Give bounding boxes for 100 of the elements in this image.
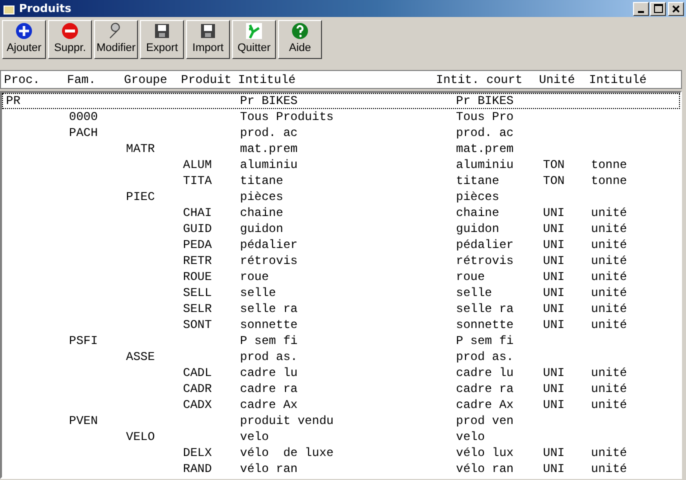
table-cell: rétrovis [456, 254, 514, 268]
toolbar-button[interactable]: Import [186, 20, 230, 59]
list-row[interactable]: SELL selle selle UNI unité [2, 285, 680, 301]
table-cell: Tous Produits [240, 110, 334, 124]
table-cell: TON [543, 174, 565, 188]
table-cell: P sem fi [456, 334, 514, 348]
table-cell: SELL [183, 286, 212, 300]
table-cell: SONT [183, 318, 212, 332]
table-cell: unité [591, 398, 628, 412]
list-row[interactable]: PACH prod. ac prod. ac [2, 125, 680, 141]
table-cell: UNI [543, 318, 565, 332]
table-cell: TITA [183, 174, 212, 188]
list-row[interactable]: RETR rétrovis rétrovis UNI unité [2, 253, 680, 269]
list-row[interactable]: RAND vélo ran vélo ran UNI unité [2, 461, 680, 477]
table-cell: roue [240, 270, 269, 284]
table-cell: unité [591, 318, 628, 332]
table-cell: selle ra [240, 302, 298, 316]
list-row[interactable]: SELR selle ra selle ra UNI unité [2, 301, 680, 317]
column-header: Fam. [67, 72, 96, 86]
list-row[interactable]: CADR cadre ra cadre ra UNI unité [2, 381, 680, 397]
running-figure-icon [245, 22, 263, 40]
toolbar-button[interactable]: Export [140, 20, 184, 59]
table-cell: PIEC [126, 190, 155, 204]
table-cell: unité [591, 238, 628, 252]
toolbar-button[interactable]: Ajouter [2, 20, 46, 59]
list-row[interactable]: PSFI P sem fi P sem fi [2, 333, 680, 349]
table-cell: mat.prem [240, 142, 298, 156]
list-row[interactable]: CHAI chaine chaine UNI unité [2, 205, 680, 221]
toolbar-button[interactable]: Aide [278, 20, 322, 59]
table-cell: UNI [543, 238, 565, 252]
table-cell: UNI [543, 222, 565, 236]
column-header: Proc. [4, 72, 40, 86]
table-cell: velo [240, 430, 269, 444]
table-cell: PSFI [69, 334, 98, 348]
list-row[interactable]: ROUE roue roue UNI unité [2, 269, 680, 285]
list-row[interactable]: 0000 Tous Produits Tous Pro [2, 109, 680, 125]
table-cell: rétrovis [240, 254, 298, 268]
table-cell: prod as. [240, 350, 298, 364]
table-cell: unité [591, 382, 628, 396]
maximize-button[interactable] [650, 2, 666, 16]
table-cell: cadre ra [456, 382, 514, 396]
table-cell: guidon [240, 222, 284, 236]
table-cell: unité [591, 254, 628, 268]
toolbar-button[interactable]: Suppr. [48, 20, 92, 59]
list-row[interactable]: VELO velo velo [2, 429, 680, 445]
list-row[interactable]: CADL cadre lu cadre lu UNI unité [2, 365, 680, 381]
list-row[interactable]: PEDA pédalier pédalier UNI unité [2, 237, 680, 253]
column-header: Unité [539, 72, 576, 86]
help-icon [291, 22, 309, 40]
column-header: Groupe [124, 72, 168, 86]
table-cell: PEDA [183, 238, 212, 252]
toolbar-button[interactable]: Modifier [94, 20, 138, 59]
table-cell: cadre Ax [456, 398, 514, 412]
table-cell: unité [591, 286, 628, 300]
list-row[interactable]: PVEN produit vendu prod ven [2, 413, 680, 429]
table-cell: unité [591, 302, 628, 316]
table-cell: prod ven [456, 414, 514, 428]
close-button[interactable] [668, 2, 684, 16]
table-cell: sonnette [456, 318, 514, 332]
table-cell: UNI [543, 382, 565, 396]
window-title: Produits [19, 2, 72, 15]
table-cell: tonne [591, 174, 628, 188]
list-row[interactable]: ASSE prod as. prod as. [2, 349, 680, 365]
table-cell: UNI [543, 286, 565, 300]
table-cell: UNI [543, 302, 565, 316]
table-cell: cadre ra [240, 382, 298, 396]
column-header: Intitulé [589, 72, 647, 86]
table-cell: GUID [183, 222, 212, 236]
table-cell: vélo lux [456, 446, 514, 460]
table-cell: UNI [543, 398, 565, 412]
column-header: Produit [181, 72, 232, 86]
list-row[interactable]: PIEC pièces pièces [2, 189, 680, 205]
table-cell: CADR [183, 382, 212, 396]
list-row[interactable]: SONT sonnette sonnette UNI unité [2, 317, 680, 333]
minimize-button[interactable] [633, 2, 649, 16]
list-row[interactable]: PR Pr BIKES Pr BIKES [2, 93, 680, 109]
table-cell: aluminiu [456, 158, 514, 172]
list-row[interactable]: MATR mat.prem mat.prem [2, 141, 680, 157]
table-cell: prod. ac [240, 126, 298, 140]
column-header: Intit. court [436, 72, 522, 86]
table-cell: CADL [183, 366, 212, 380]
table-cell: Pr BIKES [456, 94, 514, 108]
table-cell: unité [591, 270, 628, 284]
table-cell: aluminiu [240, 158, 298, 172]
table-cell: Tous Pro [456, 110, 514, 124]
list-row[interactable]: GUID guidon guidon UNI unité [2, 221, 680, 237]
table-cell: TON [543, 158, 565, 172]
table-cell: selle [456, 286, 492, 300]
table-cell: chaine [240, 206, 284, 220]
list-row[interactable]: ALUM aluminiu aluminiu TON tonne [2, 157, 680, 173]
table-cell: PVEN [69, 414, 98, 428]
table-cell: guidon [456, 222, 500, 236]
plus-icon [15, 22, 33, 40]
toolbar-button[interactable]: Quitter [232, 20, 276, 59]
table-cell: selle [240, 286, 276, 300]
table-cell: pièces [240, 190, 284, 204]
list-row[interactable]: DELX vélo de luxe vélo lux UNI unité [2, 445, 680, 461]
list-row[interactable]: CADX cadre Ax cadre Ax UNI unité [2, 397, 680, 413]
list-row[interactable]: TITA titane titane TON tonne [2, 173, 680, 189]
minimize-icon [638, 10, 644, 12]
